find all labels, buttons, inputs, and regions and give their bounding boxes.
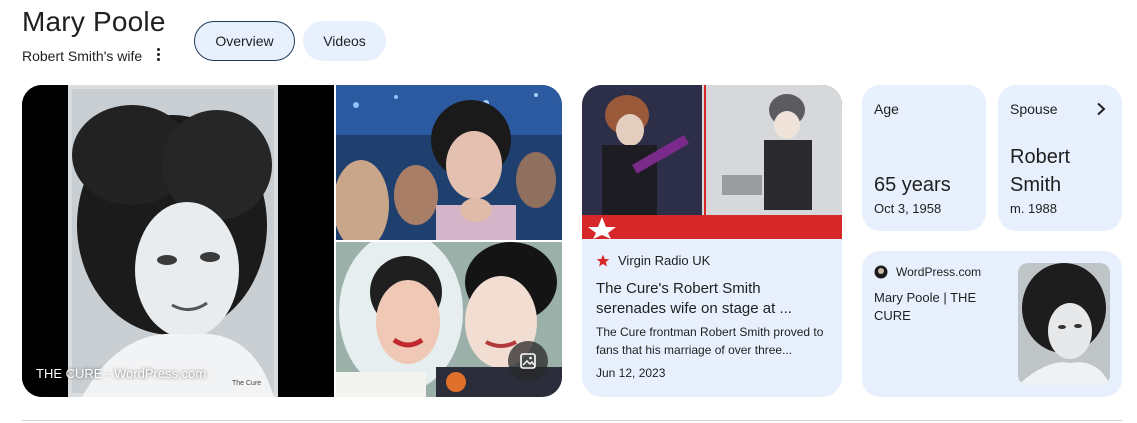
page-title: Mary Poole <box>22 6 166 37</box>
concert-crowd-image <box>336 85 562 240</box>
image-collage: The Cure THE CURE - WordPress.com <box>22 85 562 397</box>
wordpress-card[interactable]: WordPress.com Mary Poole | THE CURE <box>862 251 1122 397</box>
news-snippet: The Cure frontman Robert Smith proved to… <box>596 325 824 357</box>
site-favicon-icon <box>874 265 888 279</box>
fact-label-spouse: Spouse <box>1010 101 1058 117</box>
wedding-photo[interactable] <box>336 242 562 397</box>
fact-value-spouse-line2[interactable]: Smith <box>1010 171 1061 199</box>
image-caption: THE CURE - WordPress.com <box>36 366 207 381</box>
news-source-row: Virgin Radio UK <box>596 253 710 268</box>
wordpress-source-row: WordPress.com <box>874 265 981 279</box>
fact-card-spouse[interactable]: Spouse Robert Smith m. 1988 <box>998 85 1122 231</box>
tab-overview-label: Overview <box>215 33 274 49</box>
fact-sub-spouse: m. 1988 <box>1010 201 1057 216</box>
wordpress-thumbnail <box>1018 263 1110 385</box>
fact-value-age: 65 years <box>874 174 951 196</box>
knowledge-panel: Mary Poole Robert Smith's wife Overview … <box>0 0 1137 423</box>
section-divider <box>22 420 1122 421</box>
news-thumbnail <box>582 85 842 239</box>
more-vert-icon[interactable] <box>150 44 166 64</box>
tab-videos[interactable]: Videos <box>303 21 386 61</box>
main-photo[interactable]: The Cure THE CURE - WordPress.com <box>22 85 334 397</box>
news-source: Virgin Radio UK <box>618 253 711 268</box>
tab-videos-label: Videos <box>323 33 366 49</box>
fact-card-age[interactable]: Age 65 years Oct 3, 1958 <box>862 85 986 231</box>
entity-subtitle: Robert Smith's wife <box>22 48 143 64</box>
news-headline[interactable]: The Cure's Robert Smith serenades wife o… <box>596 279 832 319</box>
fact-sub-age: Oct 3, 1958 <box>874 201 942 216</box>
wordpress-source: WordPress.com <box>896 265 982 279</box>
fact-label-age: Age <box>874 101 899 117</box>
news-card[interactable]: Virgin Radio UK The Cure's Robert Smith … <box>582 85 842 397</box>
chevron-right-icon[interactable] <box>1096 102 1106 116</box>
svg-text:The Cure: The Cure <box>232 380 261 387</box>
tab-overview[interactable]: Overview <box>194 21 295 61</box>
portrait-image: The Cure <box>22 85 334 397</box>
concert-photo[interactable] <box>336 85 562 240</box>
wordpress-title[interactable]: Mary Poole | THE CURE <box>874 289 1004 325</box>
fact-value-spouse-line1[interactable]: Robert <box>1010 143 1070 171</box>
image-gallery-icon[interactable] <box>508 341 548 381</box>
red-star-icon <box>596 254 610 266</box>
news-date: Jun 12, 2023 <box>596 366 666 380</box>
